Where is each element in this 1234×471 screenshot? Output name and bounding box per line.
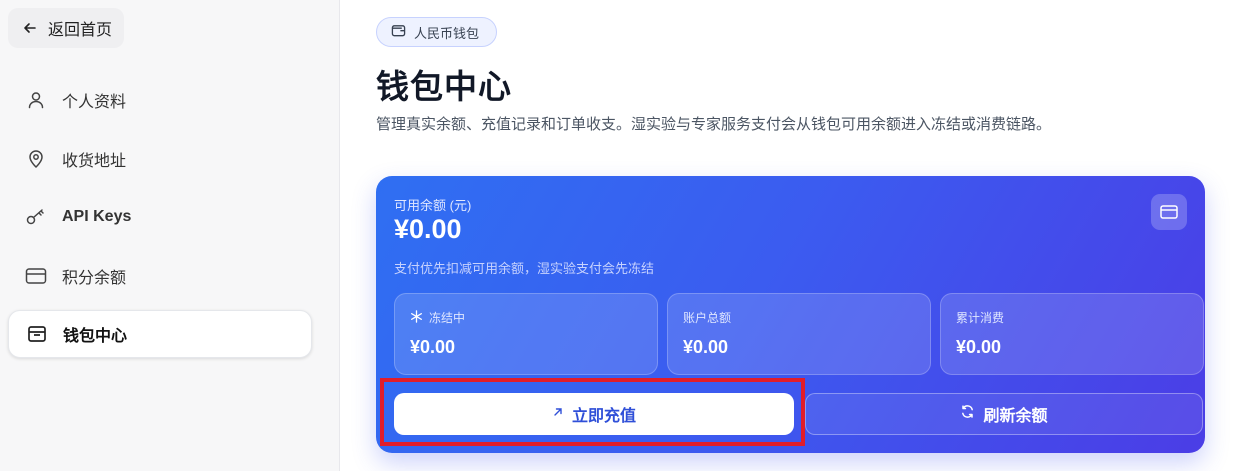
recharge-button[interactable]: 立即充值 [394,393,794,435]
recharge-label: 立即充值 [571,408,636,425]
stat-value: ¥0.00 [683,337,729,357]
page-title: 钱包中心 [376,68,512,105]
credit-card-icon [24,264,48,288]
refresh-balance-button[interactable]: 刷新余额 [805,393,1203,435]
stat-account-total: 账户总额 ¥0.00 [667,293,931,375]
stat-label: 累计消费 [956,311,1005,325]
refresh-icon [960,404,975,424]
arrow-up-right-icon [552,405,564,423]
refresh-label: 刷新余额 [983,408,1048,425]
sidebar-item-points[interactable]: 积分余额 [8,252,312,300]
user-icon [24,88,48,112]
sidebar-item-label: 钱包中心 [63,328,128,345]
key-icon [24,205,48,229]
sidebar-item-api-keys[interactable]: API Keys [8,193,312,241]
stat-total-spent: 累计消费 ¥0.00 [940,293,1204,375]
sidebar-item-label: API Keys [62,208,132,225]
sidebar-item-profile[interactable]: 个人资料 [8,76,312,124]
page-description: 管理真实余额、充值记录和订单收支。湿实验与专家服务支付会从钱包可用余额进入冻结或… [376,116,1052,133]
sidebar-item-label: 收货地址 [62,153,127,170]
snowflake-icon [410,309,423,326]
sidebar-item-label: 积分余额 [62,270,127,287]
stat-label: 冻结中 [429,311,466,325]
sidebar-item-wallet[interactable]: 钱包中心 [8,310,312,358]
available-balance-label: 可用余额 (元) [394,198,472,213]
stat-label: 账户总额 [683,311,732,325]
sidebar-item-label: 个人资料 [62,94,127,111]
sidebar: 返回首页 个人资料 收货地址 API Keys 积分余额 钱包中心 [0,0,340,471]
stat-value: ¥0.00 [410,337,456,357]
map-pin-icon [24,147,48,171]
currency-badge: 人民币钱包 [376,17,497,47]
back-home-button[interactable]: 返回首页 [8,8,124,48]
back-home-label: 返回首页 [48,22,113,39]
stat-value: ¥0.00 [956,337,1002,357]
stat-frozen: 冻结中 ¥0.00 [394,293,658,375]
payment-note: 支付优先扣减可用余额，湿实验支付会先冻结 [394,261,655,276]
credit-card-icon [1151,194,1187,230]
main-content: 人民币钱包 钱包中心 管理真实余额、充值记录和订单收支。湿实验与专家服务支付会从… [340,0,1234,471]
available-balance-value: ¥0.00 [394,214,462,244]
sidebar-item-address[interactable]: 收货地址 [8,135,312,183]
arrow-left-icon [22,20,38,36]
badge-label: 人民币钱包 [414,25,480,41]
stat-frozen-label-row: 冻结中 [410,309,465,326]
wallet-card: 可用余额 (元) ¥0.00 支付优先扣减可用余额，湿实验支付会先冻结 冻结中 … [376,176,1205,453]
wallet-icon [391,23,406,41]
wallet-icon [25,322,49,346]
